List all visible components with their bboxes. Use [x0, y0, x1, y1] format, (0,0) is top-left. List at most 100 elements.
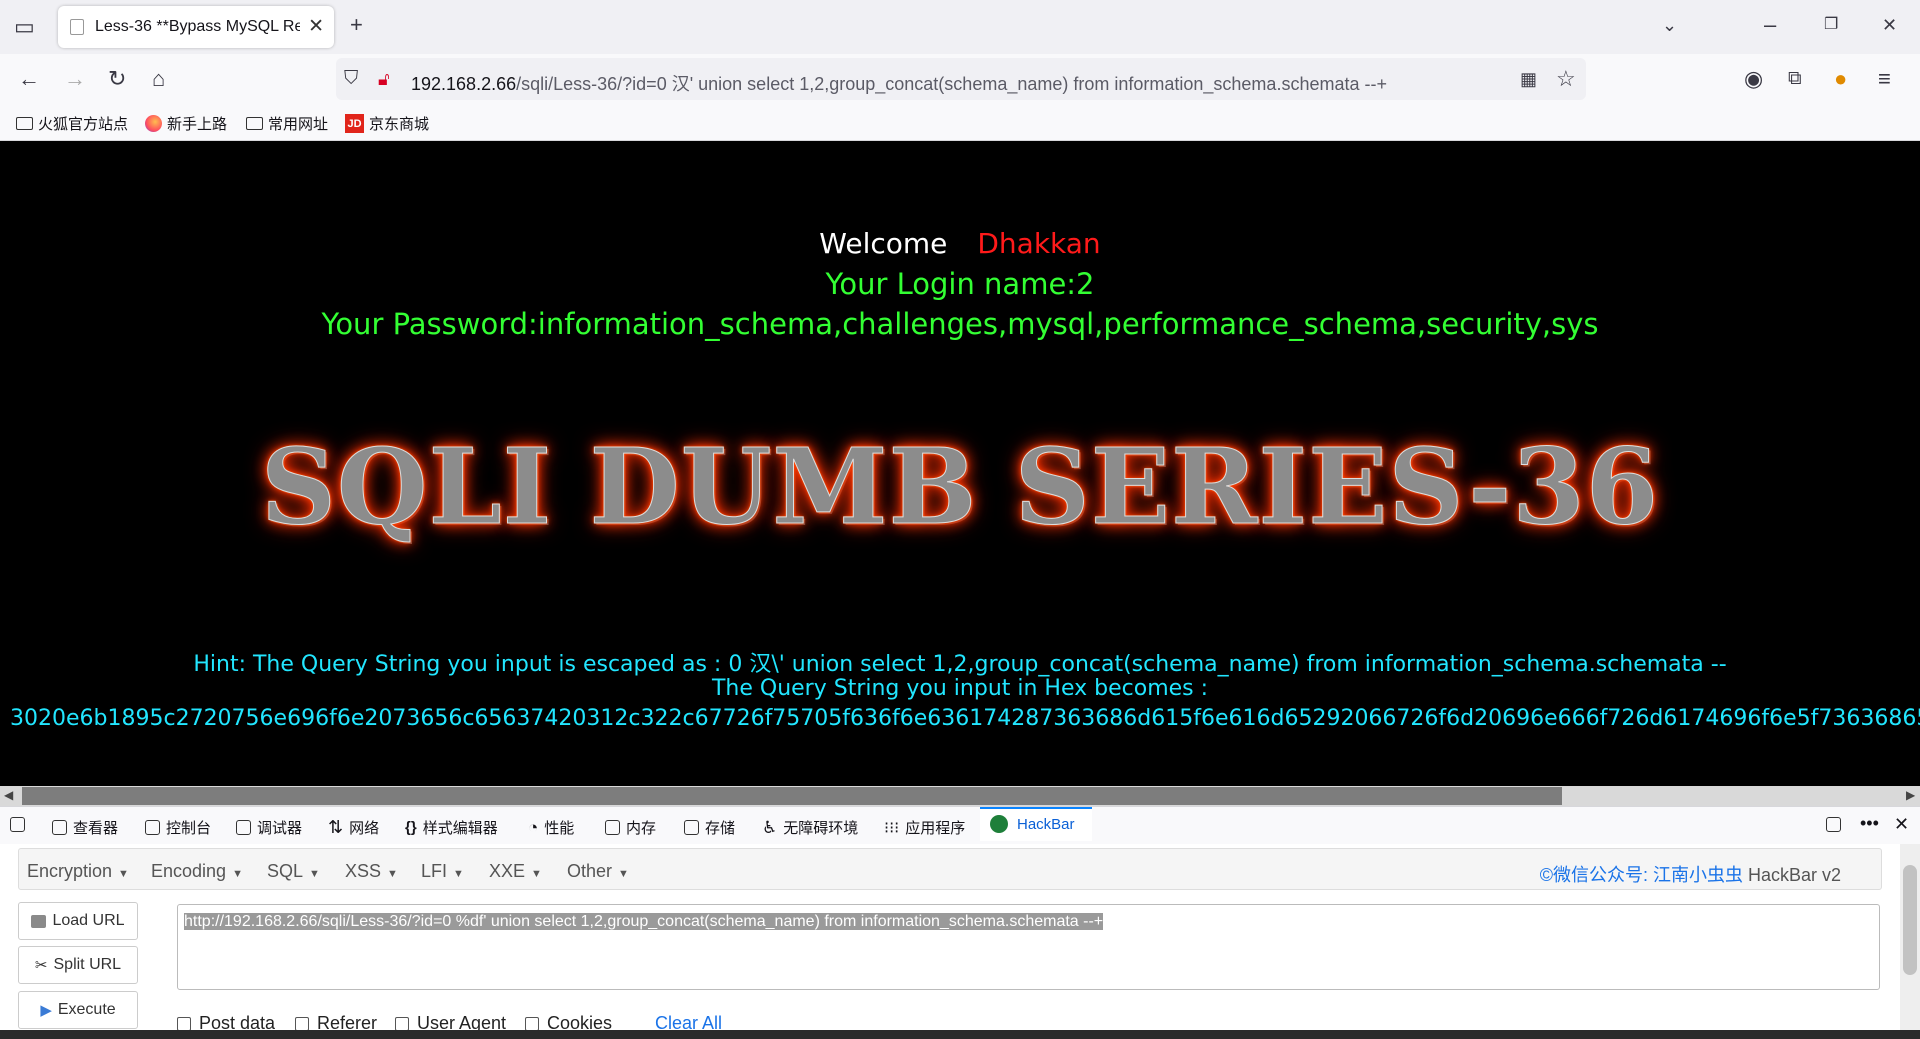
tab-style-editor[interactable]: {} 样式编辑器: [405, 817, 498, 838]
devtools-close-icon[interactable]: ✕: [1894, 814, 1909, 835]
checkbox-box: [177, 1016, 191, 1031]
caret-down-icon: ▼: [387, 868, 398, 880]
close-tab-icon[interactable]: ✕: [308, 15, 324, 38]
scrollbar-thumb[interactable]: [22, 787, 1562, 805]
bookmark-star-icon[interactable]: ☆: [1556, 68, 1576, 90]
menu-other[interactable]: Other ▼: [567, 861, 629, 882]
memory-icon: [605, 820, 620, 835]
bookmark-jd[interactable]: JD 京东商城: [345, 113, 429, 134]
tab-performance[interactable]: ◔ 性能: [528, 817, 574, 838]
url-host: 192.168.2.66: [411, 74, 517, 94]
network-icon: ⇅: [328, 817, 344, 837]
browser-tab[interactable]: Less-36 **Bypass MySQL Real Escape Strin…: [58, 6, 334, 48]
url-textarea-value: http://192.168.2.66/sqli/Less-36/?id=0 %…: [184, 913, 1104, 930]
menu-xss[interactable]: XSS ▼: [345, 861, 398, 882]
url-text[interactable]: 192.168.2.66/sqli/Less-36/?id=0 汉' union…: [411, 70, 1387, 96]
caret-down-icon: ▼: [232, 868, 243, 880]
credit-suffix: HackBar v2: [1742, 865, 1841, 885]
tab-label: HackBar: [1017, 816, 1075, 833]
welcome-user: Dhakkan: [977, 227, 1101, 260]
tab-label: 性能: [544, 820, 575, 837]
scrollbar-thumb[interactable]: [1903, 865, 1917, 975]
caret-down-icon: ▼: [618, 868, 629, 880]
menu-sql[interactable]: SQL ▼: [267, 861, 320, 882]
dock-side-icon[interactable]: [1826, 817, 1841, 832]
console-icon: [145, 820, 160, 835]
caret-down-icon: ▼: [118, 868, 129, 880]
menu-xxe[interactable]: XXE ▼: [489, 861, 542, 882]
checkbox-box: [295, 1016, 309, 1031]
hackbar-credit: ©微信公众号: 江南小虫虫 HackBar v2: [1540, 861, 1841, 887]
extensions-icon[interactable]: ⧉: [1788, 68, 1802, 90]
back-icon[interactable]: ←: [18, 68, 40, 90]
tab-overview-icon[interactable]: ▭: [14, 16, 35, 38]
bookmark-common-sites[interactable]: 常用网址: [246, 113, 328, 134]
bookmarks-toolbar: 火狐官方站点 新手上路 常用网址 JD 京东商城: [0, 106, 1920, 141]
restore-icon[interactable]: ❐: [1824, 14, 1838, 36]
tab-accessibility[interactable]: ♿︎ 无障碍环境: [762, 817, 858, 838]
tab-memory[interactable]: 内存: [605, 817, 656, 838]
tab-console[interactable]: 控制台: [145, 817, 211, 838]
button-label: Load URL: [52, 912, 125, 929]
menu-encryption[interactable]: Encryption ▼: [27, 861, 129, 882]
welcome-text: Welcome: [819, 227, 948, 260]
window-close-icon[interactable]: ✕: [1882, 14, 1897, 36]
inspector-icon: [52, 820, 67, 835]
firefox-icon: [145, 115, 162, 132]
checkbox-box: [395, 1016, 409, 1031]
folder-icon: [16, 117, 33, 130]
caret-down-icon: ▼: [309, 868, 320, 880]
reload-icon[interactable]: ↻: [108, 68, 126, 90]
bookmark-label: 火狐官方站点: [38, 116, 129, 133]
devtools-more-icon[interactable]: •••: [1860, 813, 1879, 834]
menu-label: XSS: [345, 861, 382, 881]
password-line: Your Password:information_schema,challen…: [321, 307, 1599, 341]
jd-icon: JD: [345, 114, 364, 133]
forward-icon[interactable]: →: [64, 68, 86, 90]
storage-icon: [684, 820, 699, 835]
tab-label: 存储: [705, 820, 736, 837]
tab-label: 调试器: [257, 820, 303, 837]
tab-inspector[interactable]: 查看器: [52, 817, 118, 838]
application-icon: ⁝⁝⁝: [884, 819, 900, 837]
series-banner: SQLI DUMB SERIES-36: [260, 425, 1660, 549]
minimize-icon[interactable]: –: [1764, 14, 1776, 36]
scroll-left-icon[interactable]: ◀: [4, 788, 13, 802]
tab-debugger[interactable]: 调试器: [236, 817, 302, 838]
tab-hackbar[interactable]: HackBar: [980, 807, 1092, 841]
tab-storage[interactable]: 存储: [684, 817, 735, 838]
folder-icon: [246, 117, 263, 130]
hackbar-url-textarea[interactable]: http://192.168.2.66/sqli/Less-36/?id=0 %…: [177, 904, 1880, 990]
devtools-toolbar: 查看器 控制台 调试器 ⇅ 网络 {} 样式编辑器 ◔ 性能 内存 存储 ♿︎ 无障碍环…: [0, 806, 1920, 845]
tab-network[interactable]: ⇅ 网络: [328, 817, 379, 838]
menu-encoding[interactable]: Encoding ▼: [151, 861, 243, 882]
hackbar-icon: [990, 815, 1008, 833]
tracking-shield-icon[interactable]: ⛉: [344, 68, 358, 90]
scroll-right-icon[interactable]: ▶: [1906, 788, 1915, 802]
load-url-button[interactable]: Load URL: [18, 902, 138, 940]
menu-label: Other: [567, 861, 613, 881]
button-label: Split URL: [53, 956, 122, 973]
extension-badge-icon[interactable]: ●: [1834, 68, 1847, 90]
account-icon[interactable]: ◉: [1744, 68, 1763, 90]
login-name-line: Your Login name:2: [825, 267, 1095, 301]
tab-title: Less-36 **Bypass MySQL Real Escape Strin…: [95, 18, 300, 35]
menu-lfi[interactable]: LFI ▼: [421, 861, 464, 882]
tab-label: 内存: [626, 820, 657, 837]
insecure-lock-icon[interactable]: 🔓︎: [378, 68, 390, 90]
home-icon[interactable]: ⌂: [152, 68, 165, 90]
qr-code-icon[interactable]: ▦: [1520, 68, 1537, 90]
page-favicon-icon: [70, 19, 84, 35]
new-tab-icon[interactable]: +: [350, 14, 363, 36]
bookmark-getting-started[interactable]: 新手上路: [145, 113, 227, 134]
split-url-button[interactable]: ✂ Split URL: [18, 946, 138, 984]
menu-icon[interactable]: ≡: [1878, 68, 1891, 90]
style-editor-icon: {}: [405, 819, 417, 836]
performance-icon: ◔: [528, 817, 539, 837]
bookmark-firefox-site[interactable]: 火狐官方站点: [16, 113, 128, 134]
execute-button[interactable]: ▶ Execute: [18, 991, 138, 1029]
element-picker-icon[interactable]: [10, 817, 25, 832]
list-tabs-chevron-icon[interactable]: ⌄: [1662, 14, 1677, 36]
tab-application[interactable]: ⁝⁝⁝ 应用程序: [884, 817, 965, 838]
bookmark-label: 京东商城: [369, 116, 430, 133]
